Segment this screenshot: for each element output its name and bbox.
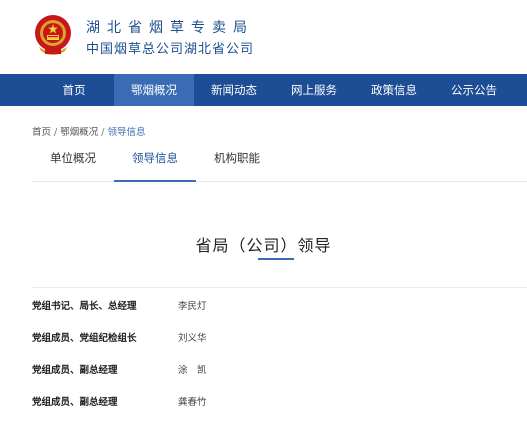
nav-item-announcements[interactable]: 公示公告 xyxy=(434,74,514,106)
leader-title: 党组书记、局长、总经理 xyxy=(32,301,137,312)
site-header: 湖北省烟草专卖局 中国烟草总公司湖北省公司 xyxy=(0,0,527,74)
leader-list: 党组书记、局长、总经理 李民灯 党组成员、党组纪检组长 刘义华 党组成员、副总经… xyxy=(32,287,527,416)
national-emblem-icon xyxy=(35,15,71,55)
tab-leader-info[interactable]: 领导信息 xyxy=(114,140,196,182)
leader-name: 李民灯 xyxy=(178,301,207,312)
main-nav: 首页 鄂烟概况 新闻动态 网上服务 政策信息 公示公告 xyxy=(0,74,527,106)
breadcrumb-separator: / xyxy=(101,127,105,138)
breadcrumb-separator: / xyxy=(54,127,58,138)
leader-title: 党组成员、副总经理 xyxy=(32,365,118,376)
list-item: 党组书记、局长、总经理 李民灯 xyxy=(32,288,527,320)
nav-item-home[interactable]: 首页 xyxy=(34,74,114,106)
list-item: 党组成员、党组纪检组长 刘义华 xyxy=(32,320,527,352)
tab-org-functions[interactable]: 机构职能 xyxy=(196,140,278,182)
breadcrumb: 首页 / 鄂烟概况 / 领导信息 xyxy=(32,124,145,138)
leader-title: 党组成员、党组纪检组长 xyxy=(32,333,137,344)
nav-item-overview[interactable]: 鄂烟概况 xyxy=(114,74,194,106)
leader-name: 涂 凯 xyxy=(178,365,207,376)
nav-item-policy[interactable]: 政策信息 xyxy=(354,74,434,106)
leader-name: 刘义华 xyxy=(178,333,207,344)
nav-item-news[interactable]: 新闻动态 xyxy=(194,74,274,106)
breadcrumb-parent[interactable]: 鄂烟概况 xyxy=(60,127,98,138)
leader-name: 龚春竹 xyxy=(178,397,207,408)
org-name-primary: 湖北省烟草专卖局 xyxy=(86,20,254,36)
breadcrumb-home[interactable]: 首页 xyxy=(32,127,51,138)
nav-item-online-services[interactable]: 网上服务 xyxy=(274,74,354,106)
org-name-secondary: 中国烟草总公司湖北省公司 xyxy=(86,42,255,57)
leader-title: 党组成员、副总经理 xyxy=(32,397,118,408)
breadcrumb-current: 领导信息 xyxy=(107,127,146,138)
subtab-bar: 单位概况 领导信息 机构职能 xyxy=(32,140,527,182)
list-item: 党组成员、副总经理 涂 凯 xyxy=(32,352,527,384)
page-title: 省局（公司）领导 xyxy=(195,236,332,255)
list-item: 党组成员、副总经理 龚春竹 xyxy=(32,384,527,416)
title-underline xyxy=(258,258,294,260)
tab-unit-overview[interactable]: 单位概况 xyxy=(32,140,114,182)
